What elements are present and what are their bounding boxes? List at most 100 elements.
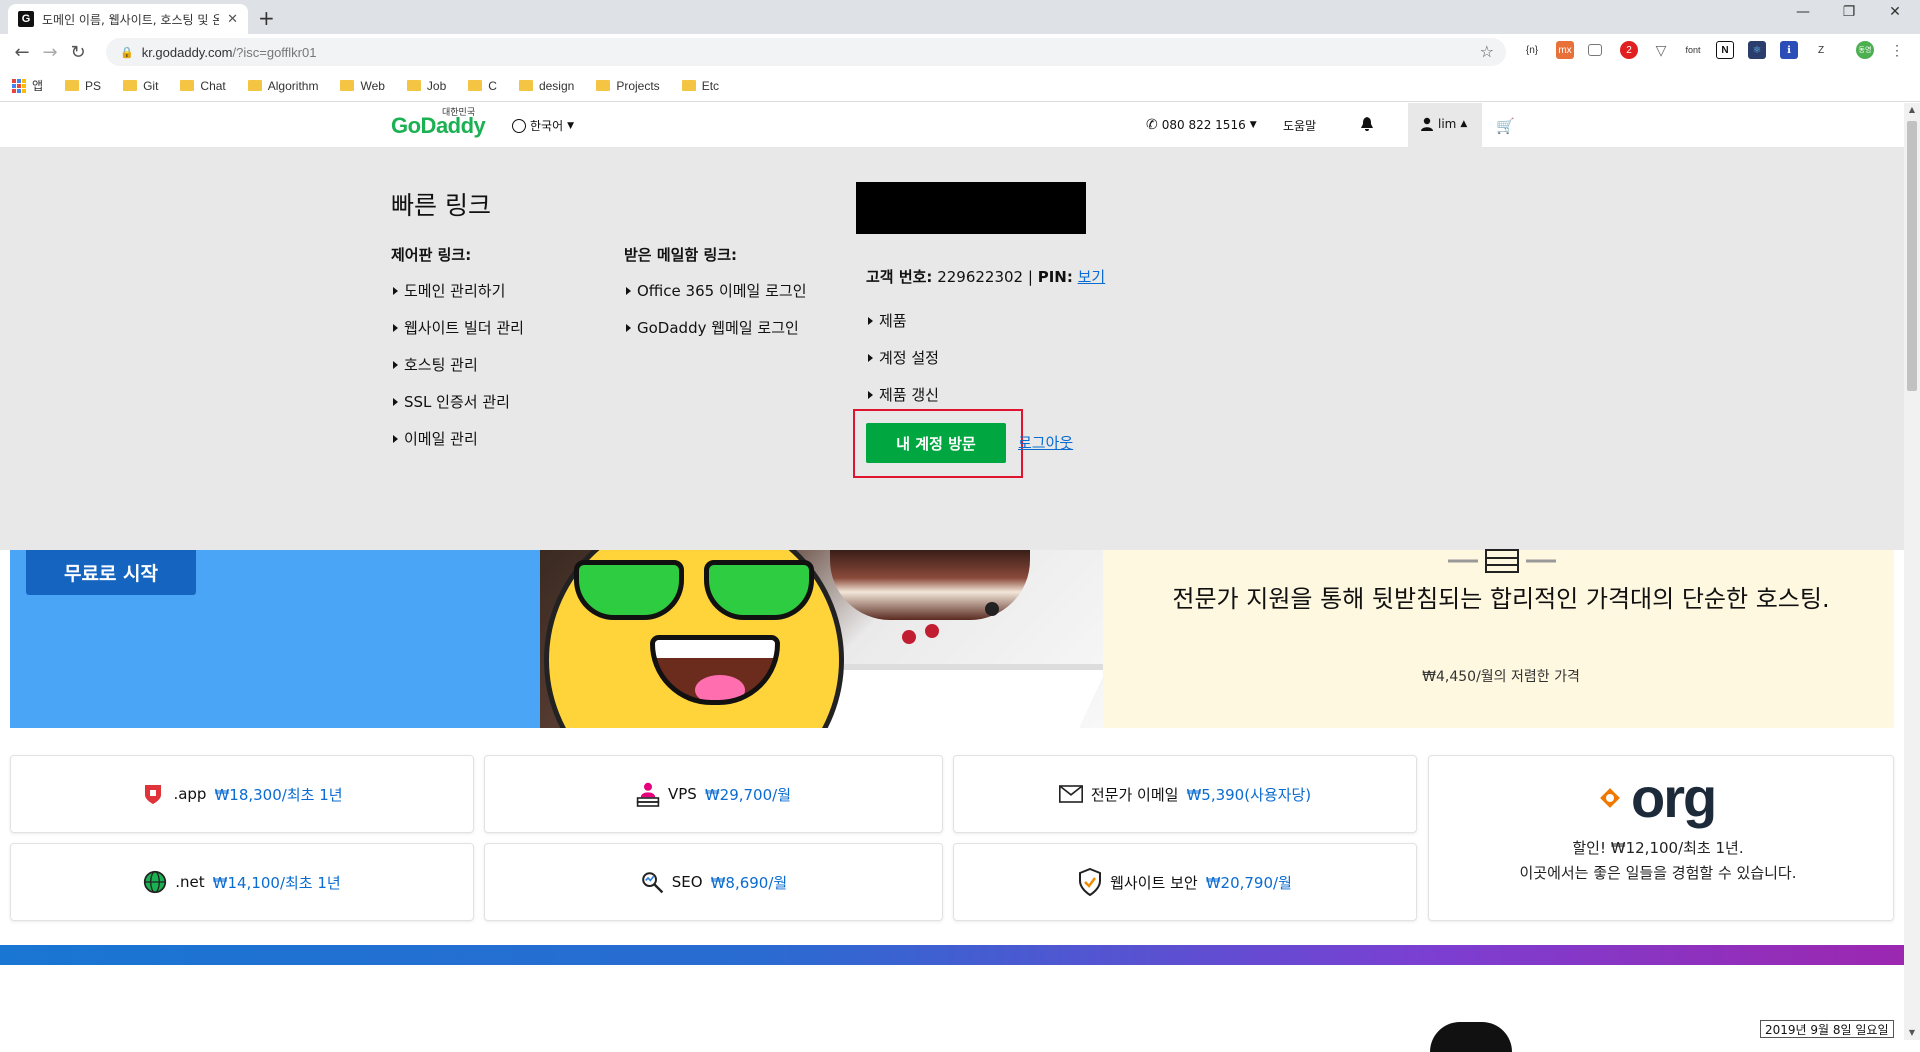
control-panel-title: 제어판 링크: [391,246,472,264]
product-card-app[interactable]: .app ₩18,300/최초 1년 [10,755,474,833]
phone-icon: ✆ [1146,117,1158,133]
extension-icon-n[interactable]: {n} [1523,41,1541,59]
page-scrollbar[interactable]: ▲ ▼ [1904,103,1920,1040]
control-link-ssl[interactable]: SSL 인증서 관리 [393,391,510,412]
bookmark-web[interactable]: Web [340,79,385,93]
hosting-title: 전문가 지원을 통해 뒷받침되는 합리적인 가격대의 단순한 호스팅. [1172,585,1830,613]
new-tab-button[interactable]: + [258,6,275,30]
folder-icon [518,80,533,91]
org-diamond-icon [1600,788,1620,808]
triangle-right-icon [393,360,398,369]
server-hosting-icon [1448,549,1556,573]
restore-window-icon[interactable]: ❐ [1826,4,1872,20]
triangle-right-icon [868,353,873,362]
product-card-seo[interactable]: SEO ₩8,690/월 [484,843,943,921]
pin-view-link[interactable]: 보기 [1078,268,1106,286]
account-menu[interactable]: lim ▲ [1420,117,1467,131]
logout-link[interactable]: 로그아웃 [1018,432,1073,453]
scroll-up-arrow-icon[interactable]: ▲ [1904,105,1920,114]
folder-icon [123,80,138,91]
bookmark-star-icon[interactable]: ☆ [1480,42,1494,61]
close-tab-icon[interactable]: ✕ [227,12,238,27]
bookmark-projects[interactable]: Projects [596,79,660,93]
bookmark-algorithm[interactable]: Algorithm [247,79,318,93]
extension-icon-mx[interactable]: mx [1556,41,1574,59]
customer-number-line: 고객 번호: 229622302 | PIN: 보기 [866,268,1106,286]
account-link-settings[interactable]: 계정 설정 [868,347,939,368]
quick-links-title: 빠른 링크 [391,191,491,220]
control-link-domain[interactable]: 도메인 관리하기 [393,280,505,301]
bookmarks-bar: 앱 PS Git Chat Algorithm Web Job C design… [0,70,1920,102]
bookmark-c[interactable]: C [468,79,497,93]
forward-arrow-icon[interactable]: → [36,42,64,63]
bookmark-apps[interactable]: 앱 [12,77,43,94]
menu-kebab-icon[interactable]: ⋮ [1888,41,1906,59]
account-link-products[interactable]: 제품 [868,310,907,331]
berry-image [925,624,939,638]
caret-down-icon: ▼ [567,120,575,131]
mail-link-webmail[interactable]: GoDaddy 웹메일 로그인 [626,317,799,338]
bookmark-ps[interactable]: PS [65,79,101,93]
apps-grid-icon [12,78,26,93]
cart-icon[interactable]: 🛒 [1496,117,1515,135]
account-link-renewals[interactable]: 제품 갱신 [868,384,939,405]
address-bar[interactable]: 🔒 kr.godaddy.com/?isc=gofflkr01 ☆ [106,38,1506,66]
extension-icon-vue[interactable]: ▽ [1652,41,1670,59]
start-free-button[interactable]: 무료로 시작 [26,550,196,595]
product-card-security[interactable]: 웹사이트 보안 ₩20,790/월 [953,843,1417,921]
extension-icon-font[interactable]: font [1684,41,1702,59]
extension-icon-react[interactable]: ⚛ [1748,41,1766,59]
triangle-right-icon [393,434,398,443]
gradient-divider [0,945,1904,965]
redacted-name-block [856,182,1086,234]
product-card-email[interactable]: 전문가 이메일 ₩5,390(사용자당) [953,755,1417,833]
scrollbar-thumb[interactable] [1907,121,1917,391]
back-arrow-icon[interactable]: ← [8,42,36,63]
org-logo: org [1595,770,1717,826]
server-user-icon [636,782,660,807]
scroll-down-arrow-icon[interactable]: ▼ [1904,1028,1920,1037]
bookmark-design[interactable]: design [518,79,574,93]
reload-icon[interactable]: ↻ [64,42,92,63]
control-link-hosting[interactable]: 호스팅 관리 [393,354,478,375]
product-card-net[interactable]: .net ₩14,100/최초 1년 [10,843,474,921]
folder-icon [65,80,80,91]
help-link[interactable]: 도움말 [1283,117,1316,134]
triangle-right-icon [393,286,398,295]
triangle-right-icon [868,316,873,325]
folder-icon [247,80,262,91]
logo-region-label: 대한민국 [442,108,476,118]
security-shield-icon [1078,868,1102,896]
browser-tab[interactable]: G 도메인 이름, 웹사이트, 호스팅 및 온라인 마케팅 도구 - GoDad… [8,4,248,34]
phone-selector[interactable]: ✆ 080 822 1516 ▼ [1146,117,1257,133]
control-link-site-builder[interactable]: 웹사이트 빌더 관리 [393,317,524,338]
berry-image [985,602,999,616]
hosting-promo[interactable] [1103,550,1894,728]
notification-bell-icon[interactable] [1360,117,1374,132]
bookmark-chat[interactable]: Chat [180,79,226,93]
language-selector[interactable]: 한국어 ▼ [512,117,574,134]
tab-title: 도메인 이름, 웹사이트, 호스팅 및 온라인 마케팅 도구 - GoDaddy… [42,12,220,27]
triangle-right-icon [626,286,631,295]
shield-icon [141,782,165,806]
sunglasses-image [574,560,824,630]
extension-icon-screen[interactable] [1588,44,1602,56]
bookmark-job[interactable]: Job [406,79,446,93]
control-link-email[interactable]: 이메일 관리 [393,428,478,449]
extension-icon-badge[interactable]: 2 [1620,41,1638,59]
close-window-icon[interactable]: ✕ [1872,4,1918,20]
extension-icon-info[interactable]: ℹ [1780,41,1798,59]
globe-icon [512,118,526,133]
magnifier-icon [640,870,664,894]
berry-image [902,630,916,644]
minimize-window-icon[interactable]: — [1780,4,1826,20]
org-tagline-text: 이곳에서는 좋은 일들을 경험할 수 있습니다. [1519,864,1797,882]
bookmark-etc[interactable]: Etc [681,79,719,93]
extension-icon-notion[interactable]: N [1716,41,1734,59]
mail-link-office365[interactable]: Office 365 이메일 로그인 [626,280,807,301]
bookmark-git[interactable]: Git [123,79,158,93]
folder-icon [340,80,355,91]
product-card-vps[interactable]: VPS ₩29,700/월 [484,755,943,833]
profile-avatar[interactable]: 동영 [1856,41,1874,59]
extension-icon-z[interactable]: Z [1812,41,1830,59]
